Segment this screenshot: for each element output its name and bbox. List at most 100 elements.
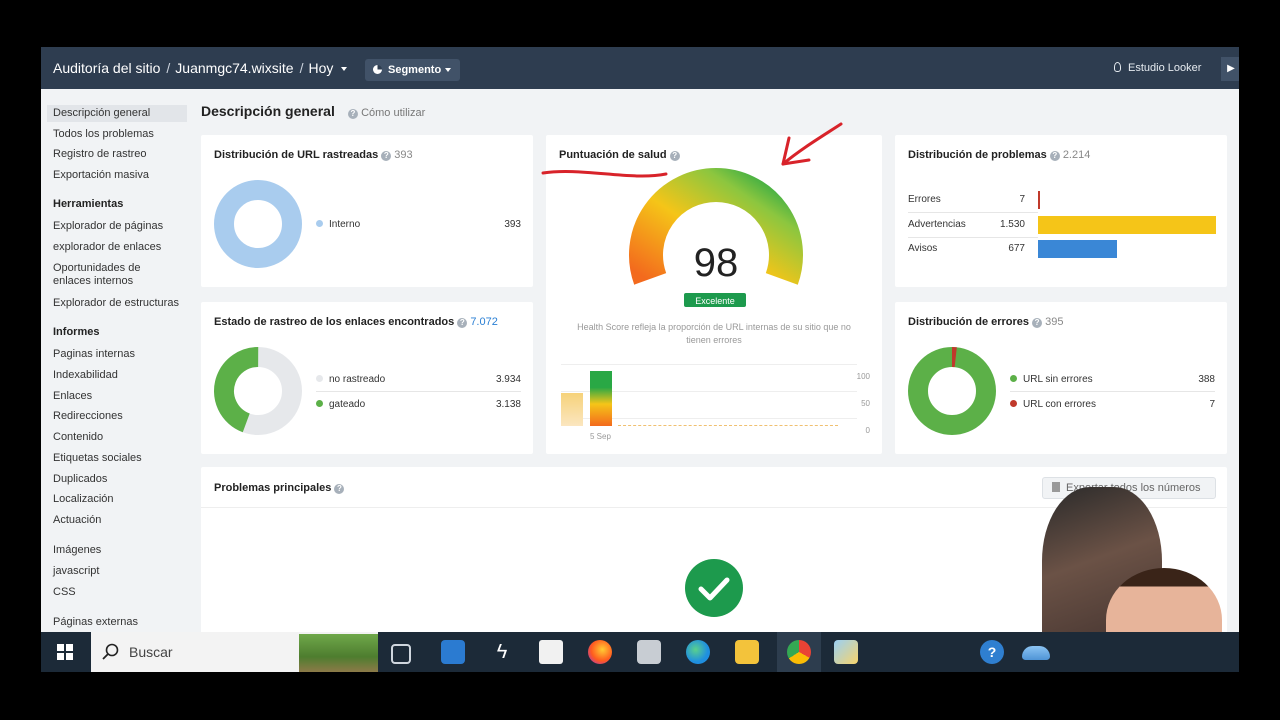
card-title-text: Distribución de errores bbox=[908, 316, 1030, 328]
card-title: Distribución de errores ? 395 bbox=[908, 316, 1063, 328]
segment-label: Segmento bbox=[388, 64, 442, 76]
axis-tick: 0 bbox=[865, 426, 870, 435]
sidebar-item-localization[interactable]: Localización bbox=[47, 491, 187, 508]
store-icon[interactable] bbox=[539, 640, 563, 664]
sidebar-item-indexability[interactable]: Indexabilidad bbox=[47, 367, 187, 384]
sidebar-item-javascript[interactable]: javascript bbox=[47, 563, 187, 580]
task-view-icon[interactable] bbox=[391, 644, 411, 664]
sidebar-item-duplicates[interactable]: Duplicados bbox=[47, 471, 187, 488]
app-window-icon[interactable] bbox=[637, 640, 661, 664]
legend-dot bbox=[1010, 375, 1017, 382]
legend-value[interactable]: 3.138 bbox=[471, 399, 521, 410]
legend-item[interactable]: Interno bbox=[316, 219, 360, 230]
sidebar-item-performance[interactable]: Actuación bbox=[47, 512, 187, 529]
lightning-app-icon[interactable]: ϟ bbox=[490, 640, 514, 664]
breadcrumb-separator: / bbox=[299, 60, 304, 76]
axis-tick: 100 bbox=[856, 372, 870, 381]
help-icon: ? bbox=[348, 109, 358, 119]
issue-value[interactable]: 1.530 bbox=[975, 219, 1025, 230]
chevron-down-icon[interactable] bbox=[341, 67, 348, 72]
url-distribution-card: Distribución de URL rastreadas ? 393 Inte… bbox=[201, 135, 533, 287]
breadcrumb-project[interactable]: Juanmgc74.wixsite bbox=[175, 60, 293, 76]
legend-value[interactable]: 7 bbox=[1165, 399, 1215, 410]
play-icon[interactable]: ▶ bbox=[1221, 57, 1239, 81]
card-count[interactable]: 7.072 bbox=[470, 316, 498, 328]
sidebar-item-css[interactable]: CSS bbox=[47, 584, 187, 601]
axis-tick: 50 bbox=[861, 399, 870, 408]
legend-value[interactable]: 388 bbox=[1165, 374, 1215, 385]
legend-item[interactable]: URL con errores bbox=[1010, 399, 1096, 410]
legend-label: Interno bbox=[329, 219, 361, 230]
edge-icon[interactable] bbox=[686, 640, 710, 664]
errors-distribution-card: Distribución de errores ? 395 URL sin err… bbox=[895, 302, 1227, 454]
divider bbox=[908, 212, 1038, 213]
annotation-arrow-shaft bbox=[781, 122, 843, 166]
sidebar-item-link-opportunities[interactable]: Oportunidades de enlaces internos bbox=[47, 260, 187, 290]
sidebar-item-link-explorer[interactable]: explorador de enlaces bbox=[47, 239, 187, 256]
donut-segment-no-errors[interactable] bbox=[908, 347, 996, 435]
sidebar-item-crawl-log[interactable]: Registro de rastreo bbox=[47, 146, 187, 163]
mail-icon[interactable] bbox=[441, 640, 465, 664]
help-icon[interactable]: ? bbox=[1032, 318, 1043, 328]
issue-bar[interactable] bbox=[1038, 216, 1216, 234]
status-badge: Excelente bbox=[695, 296, 735, 306]
help-icon[interactable]: ? bbox=[457, 318, 468, 328]
how-to-link[interactable]: ? Cómo utilizar bbox=[348, 107, 425, 119]
legend-dot bbox=[316, 400, 323, 407]
firefox-icon[interactable] bbox=[588, 640, 612, 664]
sidebar-item-social-tags[interactable]: Etiquetas sociales bbox=[47, 450, 187, 467]
weather-icon[interactable] bbox=[1022, 646, 1050, 660]
breadcrumb-tool[interactable]: Auditoría del sitio bbox=[53, 60, 160, 76]
windows-start-icon[interactable] bbox=[57, 644, 73, 660]
legend-value[interactable]: 3.934 bbox=[471, 374, 521, 385]
legend-item[interactable]: no rastreado bbox=[316, 374, 385, 385]
breadcrumb-date[interactable]: Hoy bbox=[308, 60, 333, 76]
donut-segment-internal[interactable] bbox=[214, 180, 302, 268]
divider bbox=[316, 391, 521, 392]
sidebar-item-external-pages[interactable]: Páginas externas bbox=[47, 614, 187, 631]
page-title: Descripción general bbox=[201, 103, 335, 119]
breadcrumb: Auditoría del sitio / Juanmgc74.wixsite / Ho… bbox=[53, 60, 351, 76]
sidebar-item-bulk-export[interactable]: Exportación masiva bbox=[47, 167, 187, 184]
issue-value[interactable]: 677 bbox=[975, 243, 1025, 254]
taskbar: Buscar ϟ ? bbox=[41, 632, 1239, 672]
help-icon[interactable]: ? bbox=[381, 151, 392, 161]
sidebar-item-all-issues[interactable]: Todos los problemas bbox=[47, 126, 187, 143]
issue-bar[interactable] bbox=[1038, 191, 1040, 209]
paint-icon[interactable] bbox=[834, 640, 858, 664]
legend-item[interactable]: gateado bbox=[316, 399, 365, 410]
help-icon[interactable]: ? bbox=[334, 484, 345, 494]
looker-studio-link[interactable]: Estudio Looker bbox=[1114, 62, 1201, 74]
sidebar-item-images[interactable]: Imágenes bbox=[47, 542, 187, 559]
issue-value[interactable]: 7 bbox=[975, 194, 1025, 205]
card-title: Estado de rastreo de los enlaces encontr… bbox=[214, 316, 498, 328]
folder-icon[interactable] bbox=[735, 640, 759, 664]
url-donut-chart bbox=[214, 180, 302, 268]
sidebar-item-internal-pages[interactable]: Paginas internas bbox=[47, 346, 187, 363]
errors-donut-chart bbox=[908, 347, 996, 435]
sidebar-item-links[interactable]: Enlaces bbox=[47, 388, 187, 405]
sidebar-item-structure-explorer[interactable]: Explorador de estructuras bbox=[47, 295, 187, 312]
divider bbox=[908, 237, 1038, 238]
sidebar-item-page-explorer[interactable]: Explorador de páginas bbox=[47, 218, 187, 235]
issue-bar[interactable] bbox=[1038, 240, 1117, 258]
taskbar-search[interactable]: Buscar bbox=[91, 632, 378, 672]
help-icon[interactable]: ? bbox=[1049, 151, 1060, 161]
card-title: Distribución de problemas ? 2.214 bbox=[908, 149, 1090, 161]
chevron-down-icon bbox=[445, 68, 452, 73]
search-input: Buscar bbox=[129, 644, 173, 660]
chart-gridline bbox=[561, 364, 857, 365]
history-bar-previous[interactable] bbox=[561, 393, 583, 426]
sidebar-item-overview[interactable]: Descripción general bbox=[47, 105, 187, 122]
chrome-icon[interactable] bbox=[787, 640, 811, 664]
health-description: Health Score refleja la proporción de UR… bbox=[577, 322, 851, 345]
legend-item[interactable]: URL sin errores bbox=[1010, 374, 1093, 385]
sidebar-item-redirects[interactable]: Redirecciones bbox=[47, 408, 187, 425]
segment-button[interactable]: Segmento bbox=[365, 59, 461, 81]
health-gauge: 98 Excelente bbox=[629, 168, 803, 307]
legend-value[interactable]: 393 bbox=[481, 219, 521, 230]
top-bar: Auditoría del sitio / Juanmgc74.wixsite / Ho… bbox=[41, 47, 1239, 89]
history-bar-current[interactable] bbox=[590, 371, 612, 426]
help-icon[interactable]: ? bbox=[980, 640, 1004, 664]
sidebar-item-content[interactable]: Contenido bbox=[47, 429, 187, 446]
